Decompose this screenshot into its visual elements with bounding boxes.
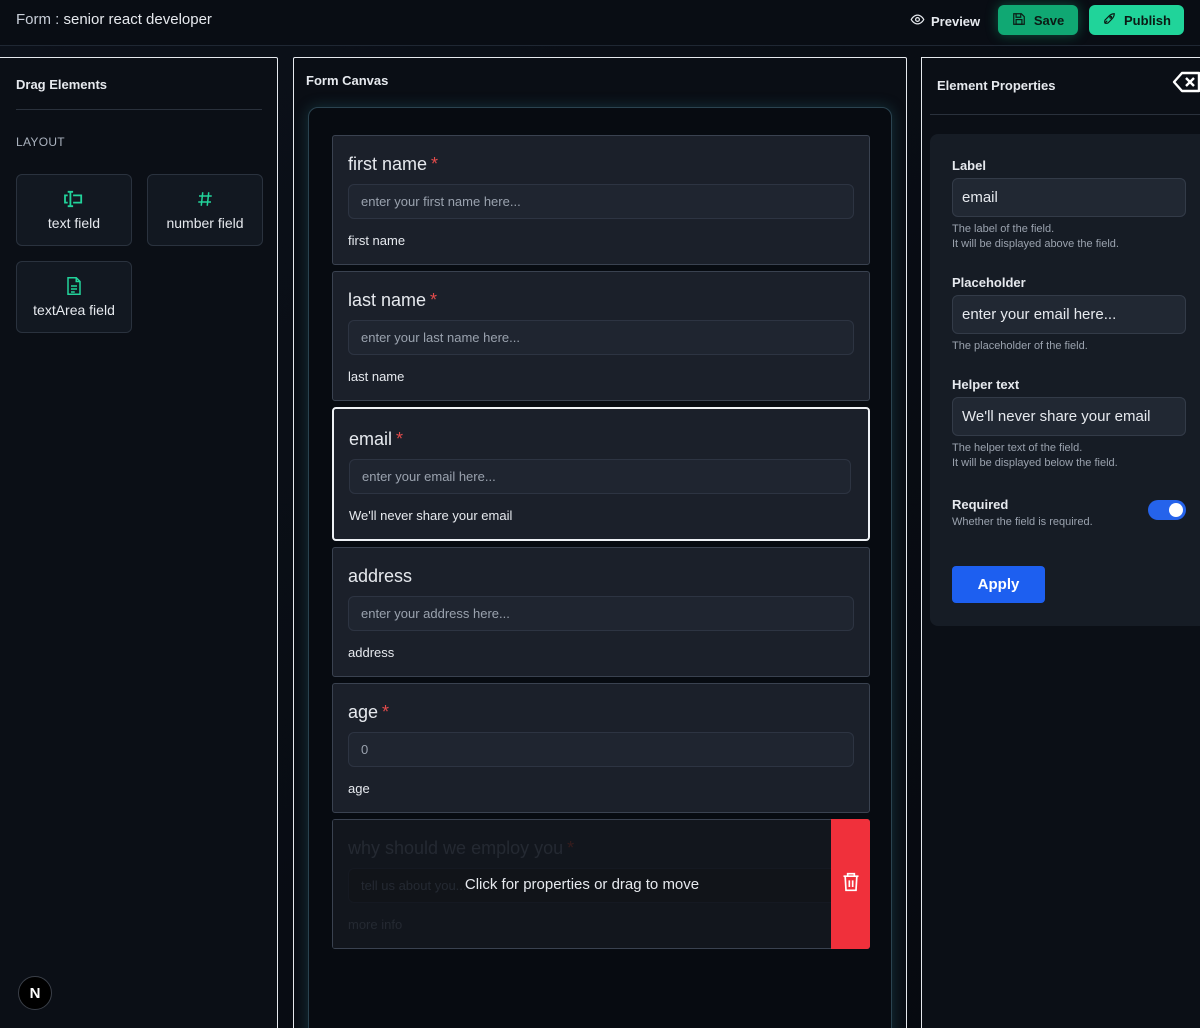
- preview-button[interactable]: Preview: [902, 6, 986, 36]
- properties-form: Label email The label of the field. It w…: [930, 134, 1200, 626]
- form-title: Form : senior react developer: [16, 11, 212, 28]
- form-field-age[interactable]: age * 0 age: [332, 683, 870, 813]
- element-properties-title: Element Properties: [937, 78, 1056, 93]
- toggle-knob: [1169, 503, 1183, 517]
- label-prop-description: The label of the field. It will be displ…: [952, 223, 1119, 250]
- field-label: email *: [349, 429, 404, 449]
- helper-text-prop-description: The helper text of the field. It will be…: [952, 442, 1118, 469]
- close-properties-button[interactable]: [1172, 70, 1200, 99]
- layout-section-label: LAYOUT: [16, 135, 65, 149]
- helper-text-prop-title: Helper text: [952, 377, 1020, 392]
- drag-elements-title: Drag Elements: [16, 77, 108, 92]
- form-field-last-name[interactable]: last name * enter your last name here... …: [332, 271, 870, 401]
- form-title-prefix: Form :: [16, 11, 64, 28]
- top-bar: Form : senior react developer Preview Sa…: [0, 0, 1200, 46]
- textarea-field-tool[interactable]: textArea field: [16, 261, 132, 333]
- element-properties-panel: Element Properties Label email The label…: [921, 57, 1200, 1028]
- nextjs-dev-badge[interactable]: N: [18, 976, 52, 1010]
- field-label: last name *: [348, 290, 438, 310]
- field-label: first name *: [348, 154, 439, 174]
- form-canvas-title: Form Canvas: [306, 73, 389, 88]
- field-helper-text: last name: [348, 369, 405, 384]
- hover-overlay[interactable]: Click for properties or drag to move: [333, 820, 831, 948]
- text-field-tool[interactable]: text field: [16, 174, 132, 246]
- required-asterisk: *: [396, 429, 404, 449]
- field-label: address: [348, 566, 413, 586]
- field-helper-text: address: [348, 645, 395, 660]
- form-name: senior react developer: [63, 11, 212, 28]
- publish-button[interactable]: Publish: [1089, 5, 1184, 35]
- number-field-tool[interactable]: number field: [147, 174, 263, 246]
- drag-elements-panel: Drag Elements LAYOUT text field number f…: [0, 57, 278, 1028]
- label-input[interactable]: email: [952, 178, 1186, 217]
- field-helper-text: age: [348, 781, 370, 796]
- required-prop-description: Whether the field is required.: [952, 516, 1093, 528]
- form-canvas-dropzone[interactable]: first name * enter your first name here..…: [308, 107, 892, 1028]
- number-field-tool-label: number field: [166, 215, 244, 231]
- save-button[interactable]: Save: [998, 5, 1078, 35]
- hash-icon: [196, 189, 214, 209]
- text-cursor-icon: [63, 189, 85, 209]
- textarea-field-tool-label: textArea field: [33, 302, 115, 318]
- field-input[interactable]: enter your address here...: [348, 596, 854, 631]
- divider: [16, 109, 262, 110]
- form-field-why-employ[interactable]: why should we employ you * tell us about …: [332, 819, 870, 949]
- rocket-icon: [1102, 12, 1116, 29]
- field-helper-text: first name: [348, 233, 406, 248]
- required-asterisk: *: [430, 290, 438, 310]
- apply-button[interactable]: Apply: [952, 566, 1045, 603]
- divider: [930, 114, 1200, 115]
- save-label: Save: [1033, 12, 1065, 28]
- form-field-address[interactable]: address enter your address here... addre…: [332, 547, 870, 677]
- trash-icon: [841, 871, 861, 898]
- field-input[interactable]: enter your email here...: [349, 459, 851, 494]
- form-field-first-name[interactable]: first name * enter your first name here..…: [332, 135, 870, 265]
- form-canvas-panel: Form Canvas first name * enter your first…: [293, 57, 907, 1028]
- field-label: age *: [348, 702, 390, 722]
- backspace-icon: [1172, 71, 1200, 98]
- field-input[interactable]: enter your first name here...: [348, 184, 854, 219]
- required-asterisk: *: [431, 154, 439, 174]
- required-asterisk: *: [382, 702, 390, 722]
- field-input[interactable]: enter your last name here...: [348, 320, 854, 355]
- publish-label: Publish: [1124, 12, 1171, 28]
- field-input[interactable]: 0: [348, 732, 854, 767]
- save-icon: [1012, 12, 1026, 29]
- placeholder-input[interactable]: enter your email here...: [952, 295, 1186, 334]
- text-field-tool-label: text field: [47, 215, 101, 231]
- delete-field-button[interactable]: [831, 819, 870, 949]
- placeholder-prop-description: The placeholder of the field.: [952, 340, 1088, 352]
- label-prop-title: Label: [952, 158, 986, 173]
- preview-label: Preview: [931, 13, 981, 29]
- required-prop-title: Required: [952, 497, 1009, 512]
- document-icon: [65, 276, 83, 296]
- placeholder-prop-title: Placeholder: [952, 275, 1026, 290]
- required-toggle[interactable]: [1148, 500, 1186, 520]
- form-field-email[interactable]: email * enter your email here... We'll ne…: [332, 407, 870, 541]
- eye-icon: [910, 12, 925, 30]
- field-helper-text: We'll never share your email: [349, 508, 513, 523]
- helper-text-input[interactable]: We'll never share your email: [952, 397, 1186, 436]
